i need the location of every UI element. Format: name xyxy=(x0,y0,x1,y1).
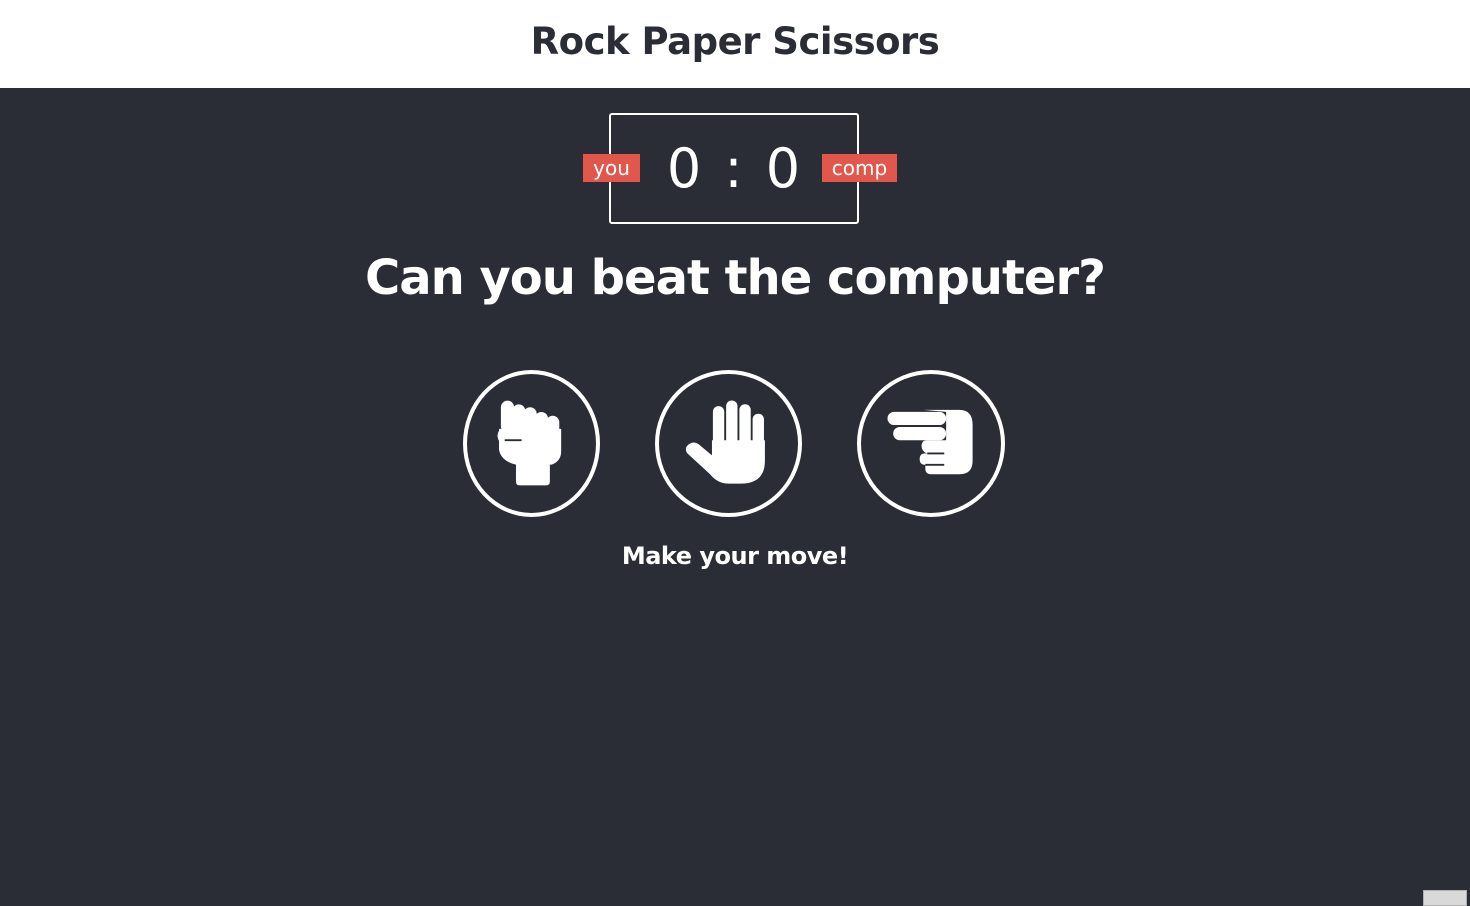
user-score: 0 xyxy=(666,137,703,200)
rock-button[interactable] xyxy=(463,370,600,517)
game-prompt: Can you beat the computer? xyxy=(365,250,1106,306)
page-header: Rock Paper Scissors xyxy=(0,0,1470,88)
score-separator: : xyxy=(724,137,744,200)
score-display: 0 : 0 xyxy=(611,139,857,199)
hand-paper-icon xyxy=(685,400,765,484)
user-label-badge: you xyxy=(583,154,640,182)
scissors-button[interactable] xyxy=(857,370,1005,517)
computer-label-badge: comp xyxy=(822,154,897,182)
corner-widget[interactable] xyxy=(1423,890,1467,906)
hand-rock-icon xyxy=(497,400,562,486)
page-title: Rock Paper Scissors xyxy=(530,20,940,63)
status-message: Make your move! xyxy=(621,542,849,570)
hand-scissors-icon xyxy=(887,409,973,475)
computer-score: 0 xyxy=(765,137,802,200)
paper-button[interactable] xyxy=(655,370,802,517)
